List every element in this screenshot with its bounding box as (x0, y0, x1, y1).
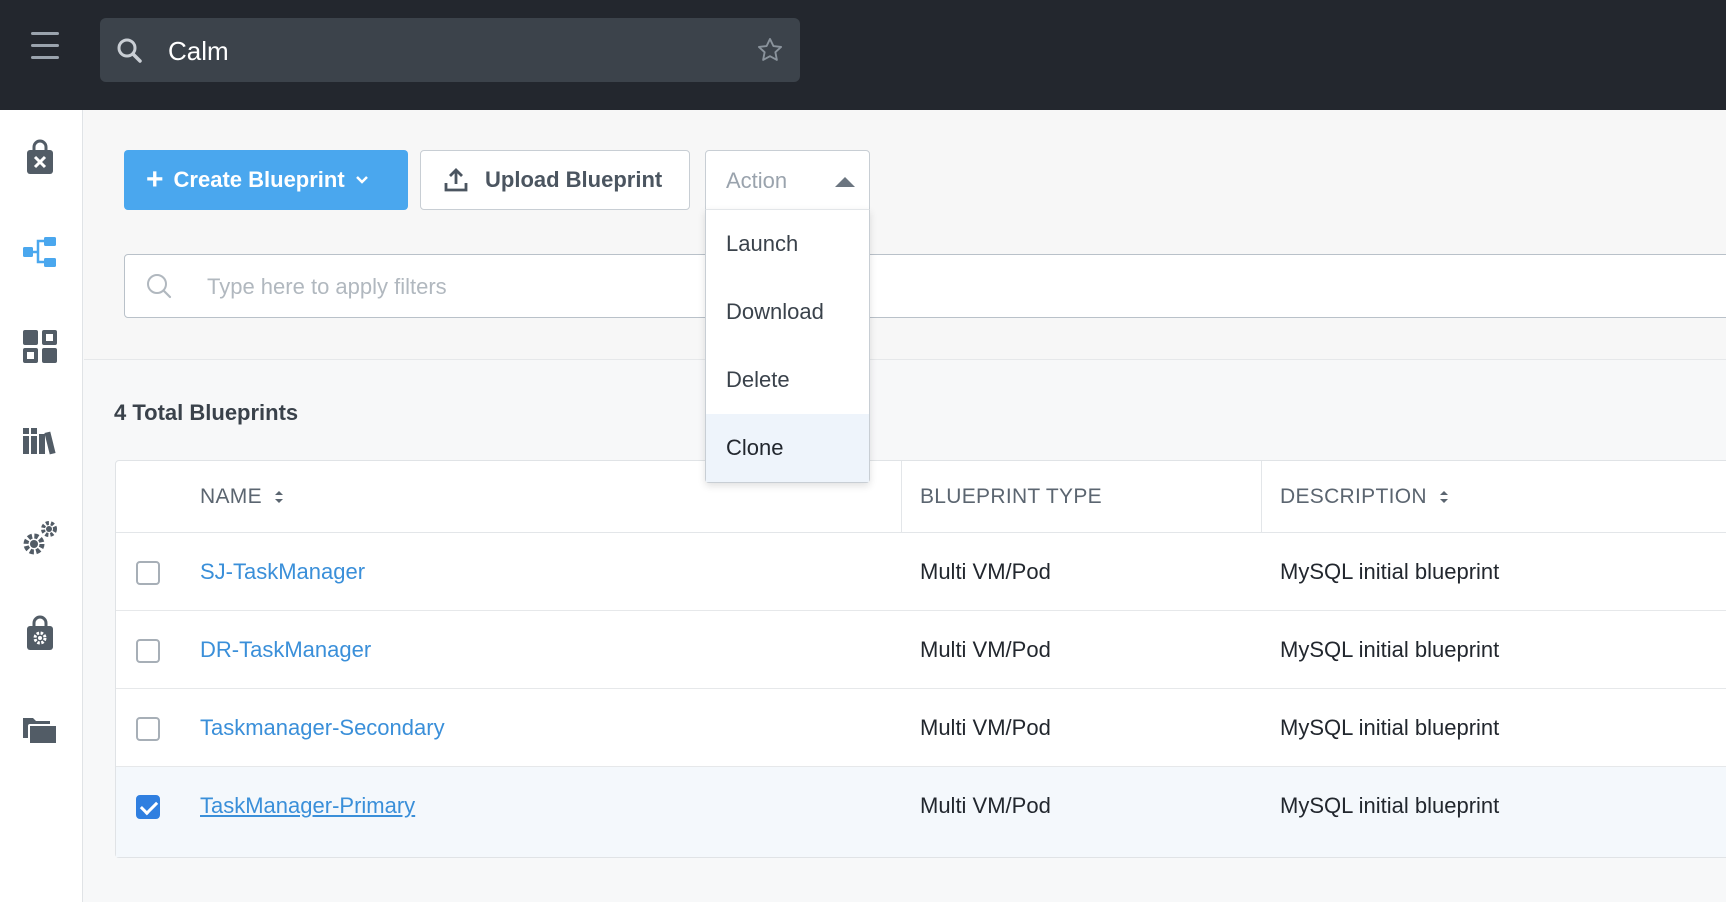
row-checkbox[interactable] (136, 561, 160, 585)
table-row[interactable]: Taskmanager-Secondary Multi VM/Pod MySQL… (116, 689, 1726, 767)
blueprint-description: MySQL initial blueprint (1280, 559, 1500, 584)
table-row[interactable]: SJ-TaskManager Multi VM/Pod MySQL initia… (116, 533, 1726, 611)
column-divider (1261, 461, 1262, 533)
action-dropdown-label: Action (726, 168, 788, 193)
blueprints-table: NAME BLUEPRINT TYPE DESCRIPTION SJ-TaskM… (115, 460, 1726, 858)
toolbar-area: + Create Blueprint Upload Blueprint Acti… (84, 110, 1726, 360)
bag-gear-icon (27, 615, 53, 650)
filter-input[interactable]: Type here to apply filters (207, 274, 447, 300)
global-search-bar[interactable]: Calm (100, 18, 800, 82)
row-checkbox-checked[interactable] (136, 795, 160, 819)
filter-bar[interactable]: Type here to apply filters (124, 254, 1726, 318)
search-icon (147, 274, 172, 299)
row-checkbox[interactable] (136, 639, 160, 663)
left-sidebar (0, 110, 83, 902)
upload-blueprint-label: Upload Blueprint (485, 167, 663, 192)
hamburger-icon[interactable] (31, 32, 59, 62)
blueprint-description: MySQL initial blueprint (1280, 715, 1500, 740)
total-blueprints-count: 4 Total Blueprints (114, 400, 299, 425)
books-icon (23, 428, 56, 455)
column-header-description[interactable]: DESCRIPTION (1280, 485, 1449, 509)
column-divider (901, 461, 902, 533)
upload-blueprint-button[interactable]: Upload Blueprint (420, 150, 690, 210)
blueprint-description: MySQL initial blueprint (1280, 637, 1500, 662)
menu-item-download[interactable]: Download (706, 278, 869, 346)
create-blueprint-button[interactable]: + Create Blueprint (124, 150, 408, 210)
sidebar-item-runbooks[interactable] (20, 518, 60, 558)
table-row[interactable]: DR-TaskManager Multi VM/Pod MySQL initia… (116, 611, 1726, 689)
column-header-blueprint-type: BLUEPRINT TYPE (920, 485, 1102, 508)
menu-item-launch[interactable]: Launch (706, 210, 869, 278)
column-header-name[interactable]: NAME (200, 485, 284, 509)
upload-icon (444, 168, 468, 192)
blueprint-type: Multi VM/Pod (920, 793, 1051, 818)
gears-icon (23, 521, 57, 555)
sidebar-item-applications[interactable] (20, 326, 60, 366)
action-dropdown[interactable]: Action (705, 150, 870, 210)
blueprint-type: Multi VM/Pod (920, 637, 1051, 662)
sidebar-item-library[interactable] (20, 420, 60, 460)
top-bar: Calm (0, 0, 1726, 110)
caret-up-icon (835, 177, 855, 187)
menu-item-delete[interactable]: Delete (706, 346, 869, 414)
table-header: NAME BLUEPRINT TYPE DESCRIPTION (116, 461, 1726, 533)
row-checkbox[interactable] (136, 717, 160, 741)
chevron-down-icon (355, 176, 368, 184)
blueprint-name-link[interactable]: DR-TaskManager (200, 637, 371, 663)
table-row[interactable]: TaskManager-Primary Multi VM/Pod MySQL i… (116, 767, 1726, 857)
sidebar-item-marketplace[interactable] (20, 138, 60, 178)
main-content: + Create Blueprint Upload Blueprint Acti… (84, 110, 1726, 902)
blueprint-name-link[interactable]: Taskmanager-Secondary (200, 715, 445, 741)
sidebar-item-blueprints[interactable] (20, 232, 60, 272)
grid-apps-icon (23, 330, 57, 363)
search-input[interactable]: Calm (168, 36, 229, 67)
sidebar-item-projects[interactable] (20, 710, 60, 750)
blueprint-type: Multi VM/Pod (920, 715, 1051, 740)
blueprint-type: Multi VM/Pod (920, 559, 1051, 584)
plus-icon: + (146, 163, 164, 196)
menu-item-clone[interactable]: Clone (706, 414, 869, 482)
star-icon[interactable] (756, 36, 784, 64)
sort-icon (275, 491, 284, 504)
sidebar-item-marketplace-manager[interactable] (20, 614, 60, 654)
blueprint-name-link[interactable]: TaskManager-Primary (200, 793, 415, 819)
create-blueprint-label: Create Blueprint (173, 167, 345, 192)
blueprint-name-link[interactable]: SJ-TaskManager (200, 559, 365, 585)
sort-icon (1439, 491, 1448, 504)
bag-x-icon (27, 139, 53, 174)
blueprint-tree-icon (23, 237, 56, 267)
blueprint-description: MySQL initial blueprint (1280, 793, 1500, 818)
folders-icon (23, 718, 58, 745)
search-icon (117, 38, 142, 63)
action-menu: Launch Download Delete Clone (705, 209, 870, 483)
